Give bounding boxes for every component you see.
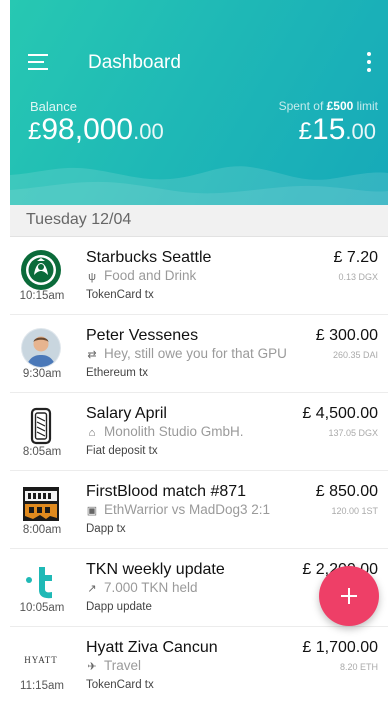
balance-currency: £	[28, 118, 42, 145]
spent-amount: £15.00	[299, 113, 376, 147]
more-options-icon[interactable]	[366, 52, 372, 74]
spent-decimal: .00	[345, 119, 376, 144]
spent-label-prefix: Spent of	[278, 99, 327, 113]
menu-icon[interactable]	[28, 54, 50, 72]
transaction-crypto-amount: 0.13 DGX	[338, 272, 378, 282]
transaction-subtitle-text: Monolith Studio GmbH.	[104, 424, 244, 439]
transaction-name: Salary April	[86, 405, 167, 422]
transaction-subtitle-text: EthWarrior vs MadDog3 2:1	[104, 502, 271, 517]
transaction-row[interactable]: 9:30am Peter Vessenes ⇄ Hey, still owe yo…	[10, 315, 388, 393]
transaction-subtitle: ⌂ Monolith Studio GmbH.	[86, 424, 244, 439]
transaction-row[interactable]: 8:05am Salary April ⌂ Monolith Studio Gmb…	[10, 393, 388, 471]
transaction-subtitle: ψ Food and Drink	[86, 268, 196, 283]
transaction-type: TokenCard tx	[86, 289, 154, 301]
spent-limit: £500	[326, 99, 354, 113]
transaction-time: 8:00am	[22, 524, 62, 536]
balance-amount: £98,000.00	[28, 113, 164, 147]
starbucks-logo	[21, 250, 61, 290]
transaction-crypto-amount: 120.00 1ST	[331, 506, 378, 516]
plane-icon: ✈	[87, 661, 97, 673]
balance-label: Balance	[30, 99, 77, 114]
transaction-time: 11:15am	[20, 680, 64, 692]
person-photo	[21, 328, 61, 368]
transaction-subtitle: ⇄ Hey, still owe you for that GPU	[86, 346, 287, 361]
transaction-subtitle: ↗ 7.000 TKN held	[86, 580, 198, 595]
transaction-subtitle-text: Travel	[104, 658, 142, 673]
transaction-subtitle-text: Hey, still owe you for that GPU	[104, 346, 287, 361]
spent-whole: 15	[312, 113, 346, 146]
transaction-name: Starbucks Seattle	[86, 249, 212, 266]
transaction-row[interactable]: 10:15am Starbucks Seattle ψ Food and Drin…	[10, 237, 388, 315]
transaction-name: FirstBlood match #871	[86, 483, 247, 500]
transaction-crypto-amount: 8.20 ETH	[339, 662, 378, 672]
transaction-name: Hyatt Ziva Cancun	[86, 639, 218, 656]
transaction-subtitle-text: 7.000 TKN held	[104, 580, 198, 595]
trend-icon: ↗	[87, 583, 97, 595]
transaction-list: 10:15am Starbucks Seattle ψ Food and Drin…	[10, 237, 388, 704]
transaction-amount: £ 1,700.00	[302, 639, 378, 656]
transaction-time: 8:05am	[22, 446, 62, 458]
spent-label-suffix: limit	[353, 99, 378, 113]
hyatt-logo-text: HYATT	[24, 655, 58, 665]
transaction-name: TKN weekly update	[86, 561, 225, 578]
balance-decimal: .00	[133, 119, 164, 144]
transaction-subtitle-text: Food and Drink	[104, 268, 197, 283]
transaction-subtitle: ▣ EthWarrior vs MadDog3 2:1	[86, 502, 270, 517]
transaction-amount: £ 7.20	[333, 249, 378, 266]
page-title: Dashboard	[88, 52, 181, 73]
gamepad-icon: ▣	[86, 505, 98, 517]
dashboard-header: Dashboard Balance £98,000.00 Spent of £5…	[10, 0, 388, 205]
bank-icon: ⌂	[88, 427, 96, 439]
hyatt-logo: HYATT	[24, 655, 58, 665]
transaction-amount: £ 850.00	[315, 483, 378, 500]
transaction-type: TokenCard tx	[86, 679, 154, 691]
transaction-row[interactable]: HYATT 11:15am Hyatt Ziva Cancun ✈ Travel …	[10, 627, 388, 704]
transaction-time: 9:30am	[22, 368, 62, 380]
arrows-icon: ⇄	[87, 349, 97, 361]
transaction-type: Dapp update	[86, 601, 152, 613]
transaction-row[interactable]: 8:00am FirstBlood match #871 ▣ EthWarrior…	[10, 471, 388, 549]
firstblood-logo	[23, 487, 59, 521]
transaction-crypto-amount: 137.05 DGX	[328, 428, 378, 438]
transaction-amount: £ 300.00	[315, 327, 378, 344]
day-header-label: Tuesday 12/04	[26, 211, 132, 228]
fork-knife-icon: ψ	[88, 271, 96, 283]
balance-whole: 98,000	[41, 113, 134, 146]
transaction-time: 10:05am	[19, 602, 65, 614]
transaction-time: 10:15am	[19, 290, 65, 302]
transaction-crypto-amount: 260.35 DAI	[332, 350, 378, 360]
transaction-subtitle: ✈ Travel	[86, 658, 141, 673]
tkn-logo	[26, 567, 52, 599]
ingot-icon	[30, 407, 52, 445]
transaction-type: Dapp tx	[86, 523, 126, 535]
transaction-amount: £ 4,500.00	[302, 405, 378, 422]
day-header: Tuesday 12/04	[10, 205, 388, 237]
transaction-type: Fiat deposit tx	[86, 445, 158, 457]
spent-label: Spent of £500 limit	[279, 99, 378, 113]
transaction-type: Ethereum tx	[86, 367, 148, 379]
spent-currency: £	[298, 118, 313, 145]
add-button[interactable]	[319, 566, 379, 626]
transaction-name: Peter Vessenes	[86, 327, 199, 344]
